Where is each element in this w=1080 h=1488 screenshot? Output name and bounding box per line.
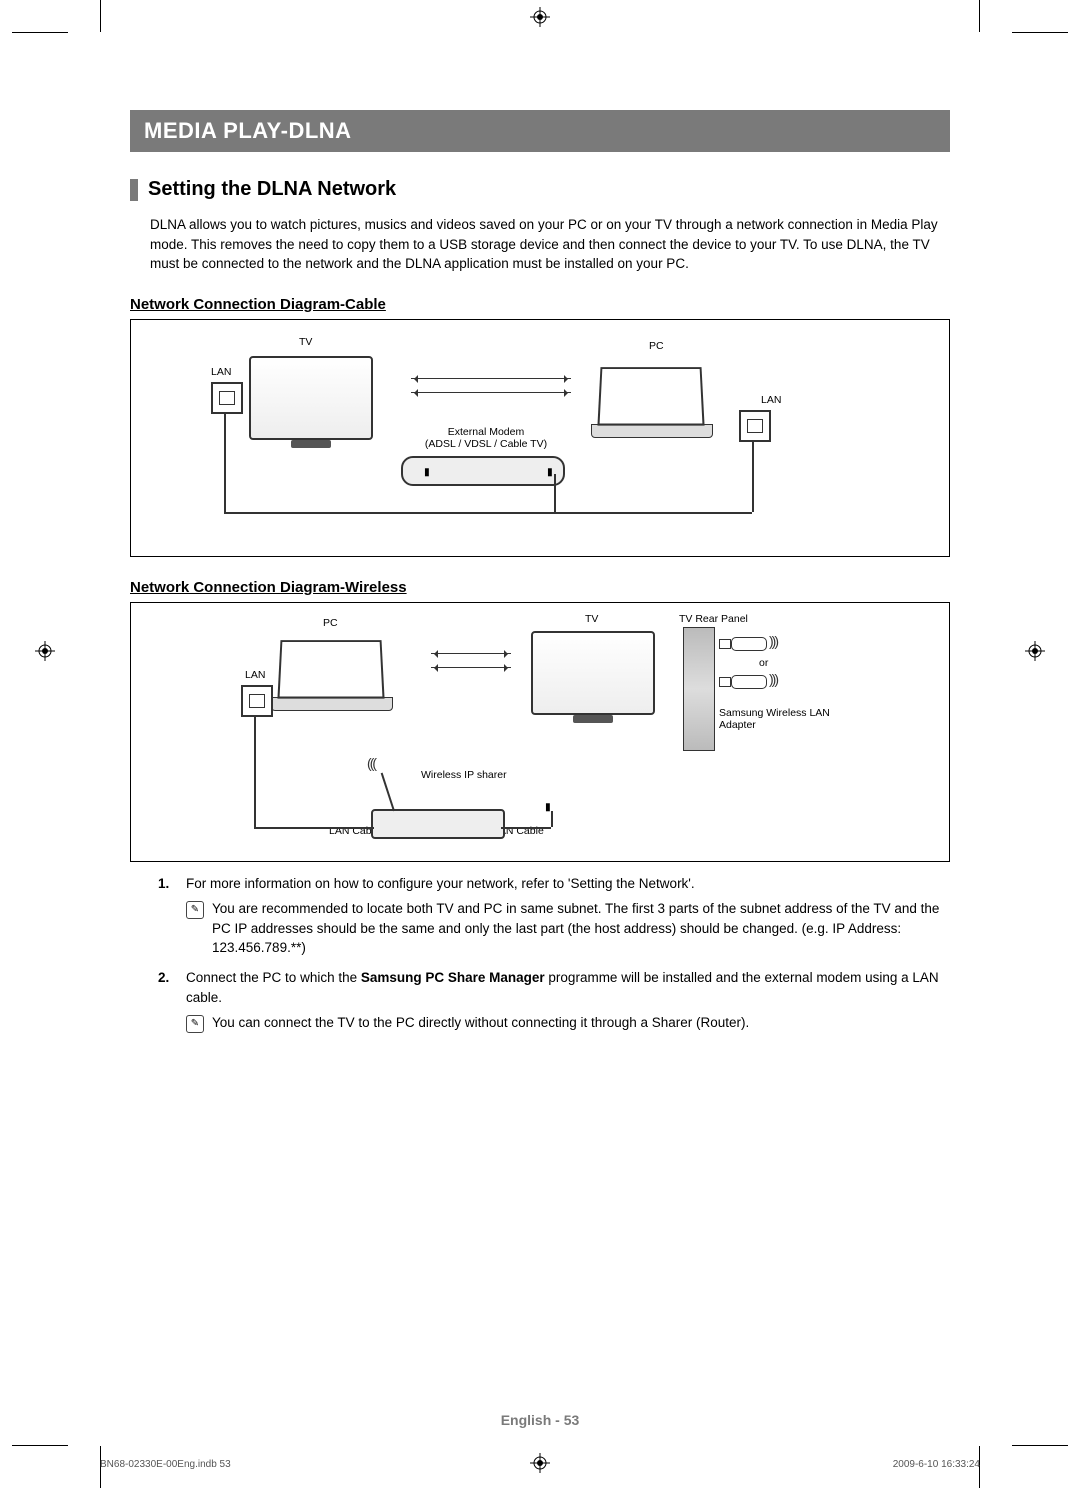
double-arrow-icon — [411, 392, 571, 393]
usb-dongle-icon — [719, 675, 769, 689]
label-samsung-adapter-line1: Samsung Wireless LAN — [719, 707, 830, 719]
label-lan-right: LAN — [761, 394, 781, 406]
registration-mark-icon — [34, 640, 56, 662]
step-text: For more information on how to configure… — [186, 874, 695, 894]
cable-connector-icon: ▮ — [424, 466, 430, 478]
label-pc: PC — [323, 617, 338, 629]
print-info-right: 2009-6-10 16:33:24 — [893, 1459, 980, 1470]
cable-line — [224, 412, 226, 512]
note-icon: ✎ — [186, 901, 204, 919]
label-tv: TV — [585, 613, 598, 625]
diagram-cable-heading: Network Connection Diagram-Cable — [130, 296, 950, 313]
crop-mark — [979, 0, 980, 32]
lan-port-icon — [211, 382, 243, 414]
cable-line — [752, 440, 754, 512]
intro-paragraph: DLNA allows you to watch pictures, music… — [150, 215, 950, 274]
diagram-wireless-heading: Network Connection Diagram-Wireless — [130, 579, 950, 596]
lan-port-icon — [241, 685, 273, 717]
label-lan-left: LAN — [211, 366, 231, 378]
tv-icon — [249, 356, 373, 440]
chapter-title: MEDIA PLAY-DLNA — [130, 110, 950, 152]
cable-line — [554, 474, 556, 512]
section-heading-bar-icon — [130, 179, 138, 201]
crop-mark — [100, 0, 101, 32]
tv-icon — [531, 631, 655, 715]
cable-connector-icon: ▮ — [545, 801, 551, 813]
usb-dongle-icon — [719, 637, 769, 651]
manual-page: MEDIA PLAY-DLNA Setting the DLNA Network… — [0, 0, 1080, 1488]
step-2-note: ✎ You can connect the TV to the PC direc… — [186, 1013, 950, 1033]
step-number: 2. — [158, 968, 176, 1007]
step-2: 2. Connect the PC to which the Samsung P… — [158, 968, 950, 1007]
registration-mark-icon — [1024, 640, 1046, 662]
label-external-modem-line2: (ADSL / VDSL / Cable TV) — [425, 438, 547, 450]
wireless-signal-icon: ))) — [769, 633, 777, 649]
double-arrow-icon — [431, 667, 511, 668]
tv-rear-panel-icon — [683, 627, 715, 751]
diagram-wireless: PC TV TV Rear Panel LAN Wireless IP shar… — [130, 602, 950, 862]
page-footer: English - 53 — [0, 1412, 1080, 1428]
label-pc: PC — [649, 340, 664, 352]
label-lan: LAN — [245, 669, 265, 681]
note-text: You can connect the TV to the PC directl… — [212, 1013, 749, 1033]
crop-mark — [12, 32, 68, 33]
step-text: Connect the PC to which the Samsung PC S… — [186, 968, 950, 1007]
label-tv: TV — [299, 336, 312, 348]
section-heading: Setting the DLNA Network — [130, 178, 950, 201]
label-tv-rear-panel: TV Rear Panel — [679, 613, 748, 625]
cable-line — [431, 512, 752, 514]
wireless-signal-icon: ))) — [369, 755, 377, 771]
note-text: You are recommended to locate both TV an… — [212, 899, 950, 958]
cable-line — [551, 811, 553, 827]
step-number: 1. — [158, 874, 176, 894]
antenna-icon — [381, 772, 395, 811]
double-arrow-icon — [411, 378, 571, 379]
note-icon: ✎ — [186, 1015, 204, 1033]
cable-line — [501, 827, 551, 829]
section-title: Setting the DLNA Network — [148, 178, 396, 201]
label-samsung-adapter-line2: Adapter — [719, 719, 756, 731]
crop-mark — [1012, 32, 1068, 33]
double-arrow-icon — [431, 653, 511, 654]
step-list: 1. For more information on how to config… — [158, 874, 950, 1033]
laptop-icon — [591, 366, 711, 436]
label-external-modem: External Modem (ADSL / VDSL / Cable TV) — [411, 426, 561, 450]
cable-connector-icon: ▮ — [547, 466, 553, 478]
registration-mark-icon — [529, 1452, 551, 1474]
laptop-icon — [271, 639, 391, 709]
step-2-text-bold: Samsung PC Share Manager — [361, 970, 545, 985]
label-or: or — [759, 657, 768, 669]
cable-line — [254, 715, 256, 827]
router-icon — [371, 809, 505, 839]
step-1-note: ✎ You are recommended to locate both TV … — [186, 899, 950, 958]
wireless-signal-icon: ))) — [769, 671, 777, 687]
diagram-cable: TV PC LAN LAN External Modem (ADSL / VDS… — [130, 319, 950, 557]
cable-line — [254, 827, 374, 829]
label-samsung-adapter: Samsung Wireless LAN Adapter — [719, 707, 849, 731]
step-2-text-before: Connect the PC to which the — [186, 970, 361, 985]
registration-mark-icon — [529, 6, 551, 28]
step-1: 1. For more information on how to config… — [158, 874, 950, 894]
crop-mark — [1012, 1445, 1068, 1446]
print-info-left: BN68-02330E-00Eng.indb 53 — [100, 1459, 231, 1470]
lan-port-icon — [739, 410, 771, 442]
label-external-modem-line1: External Modem — [448, 426, 524, 438]
crop-mark — [12, 1445, 68, 1446]
label-wireless-ip-sharer: Wireless IP sharer — [421, 769, 507, 781]
